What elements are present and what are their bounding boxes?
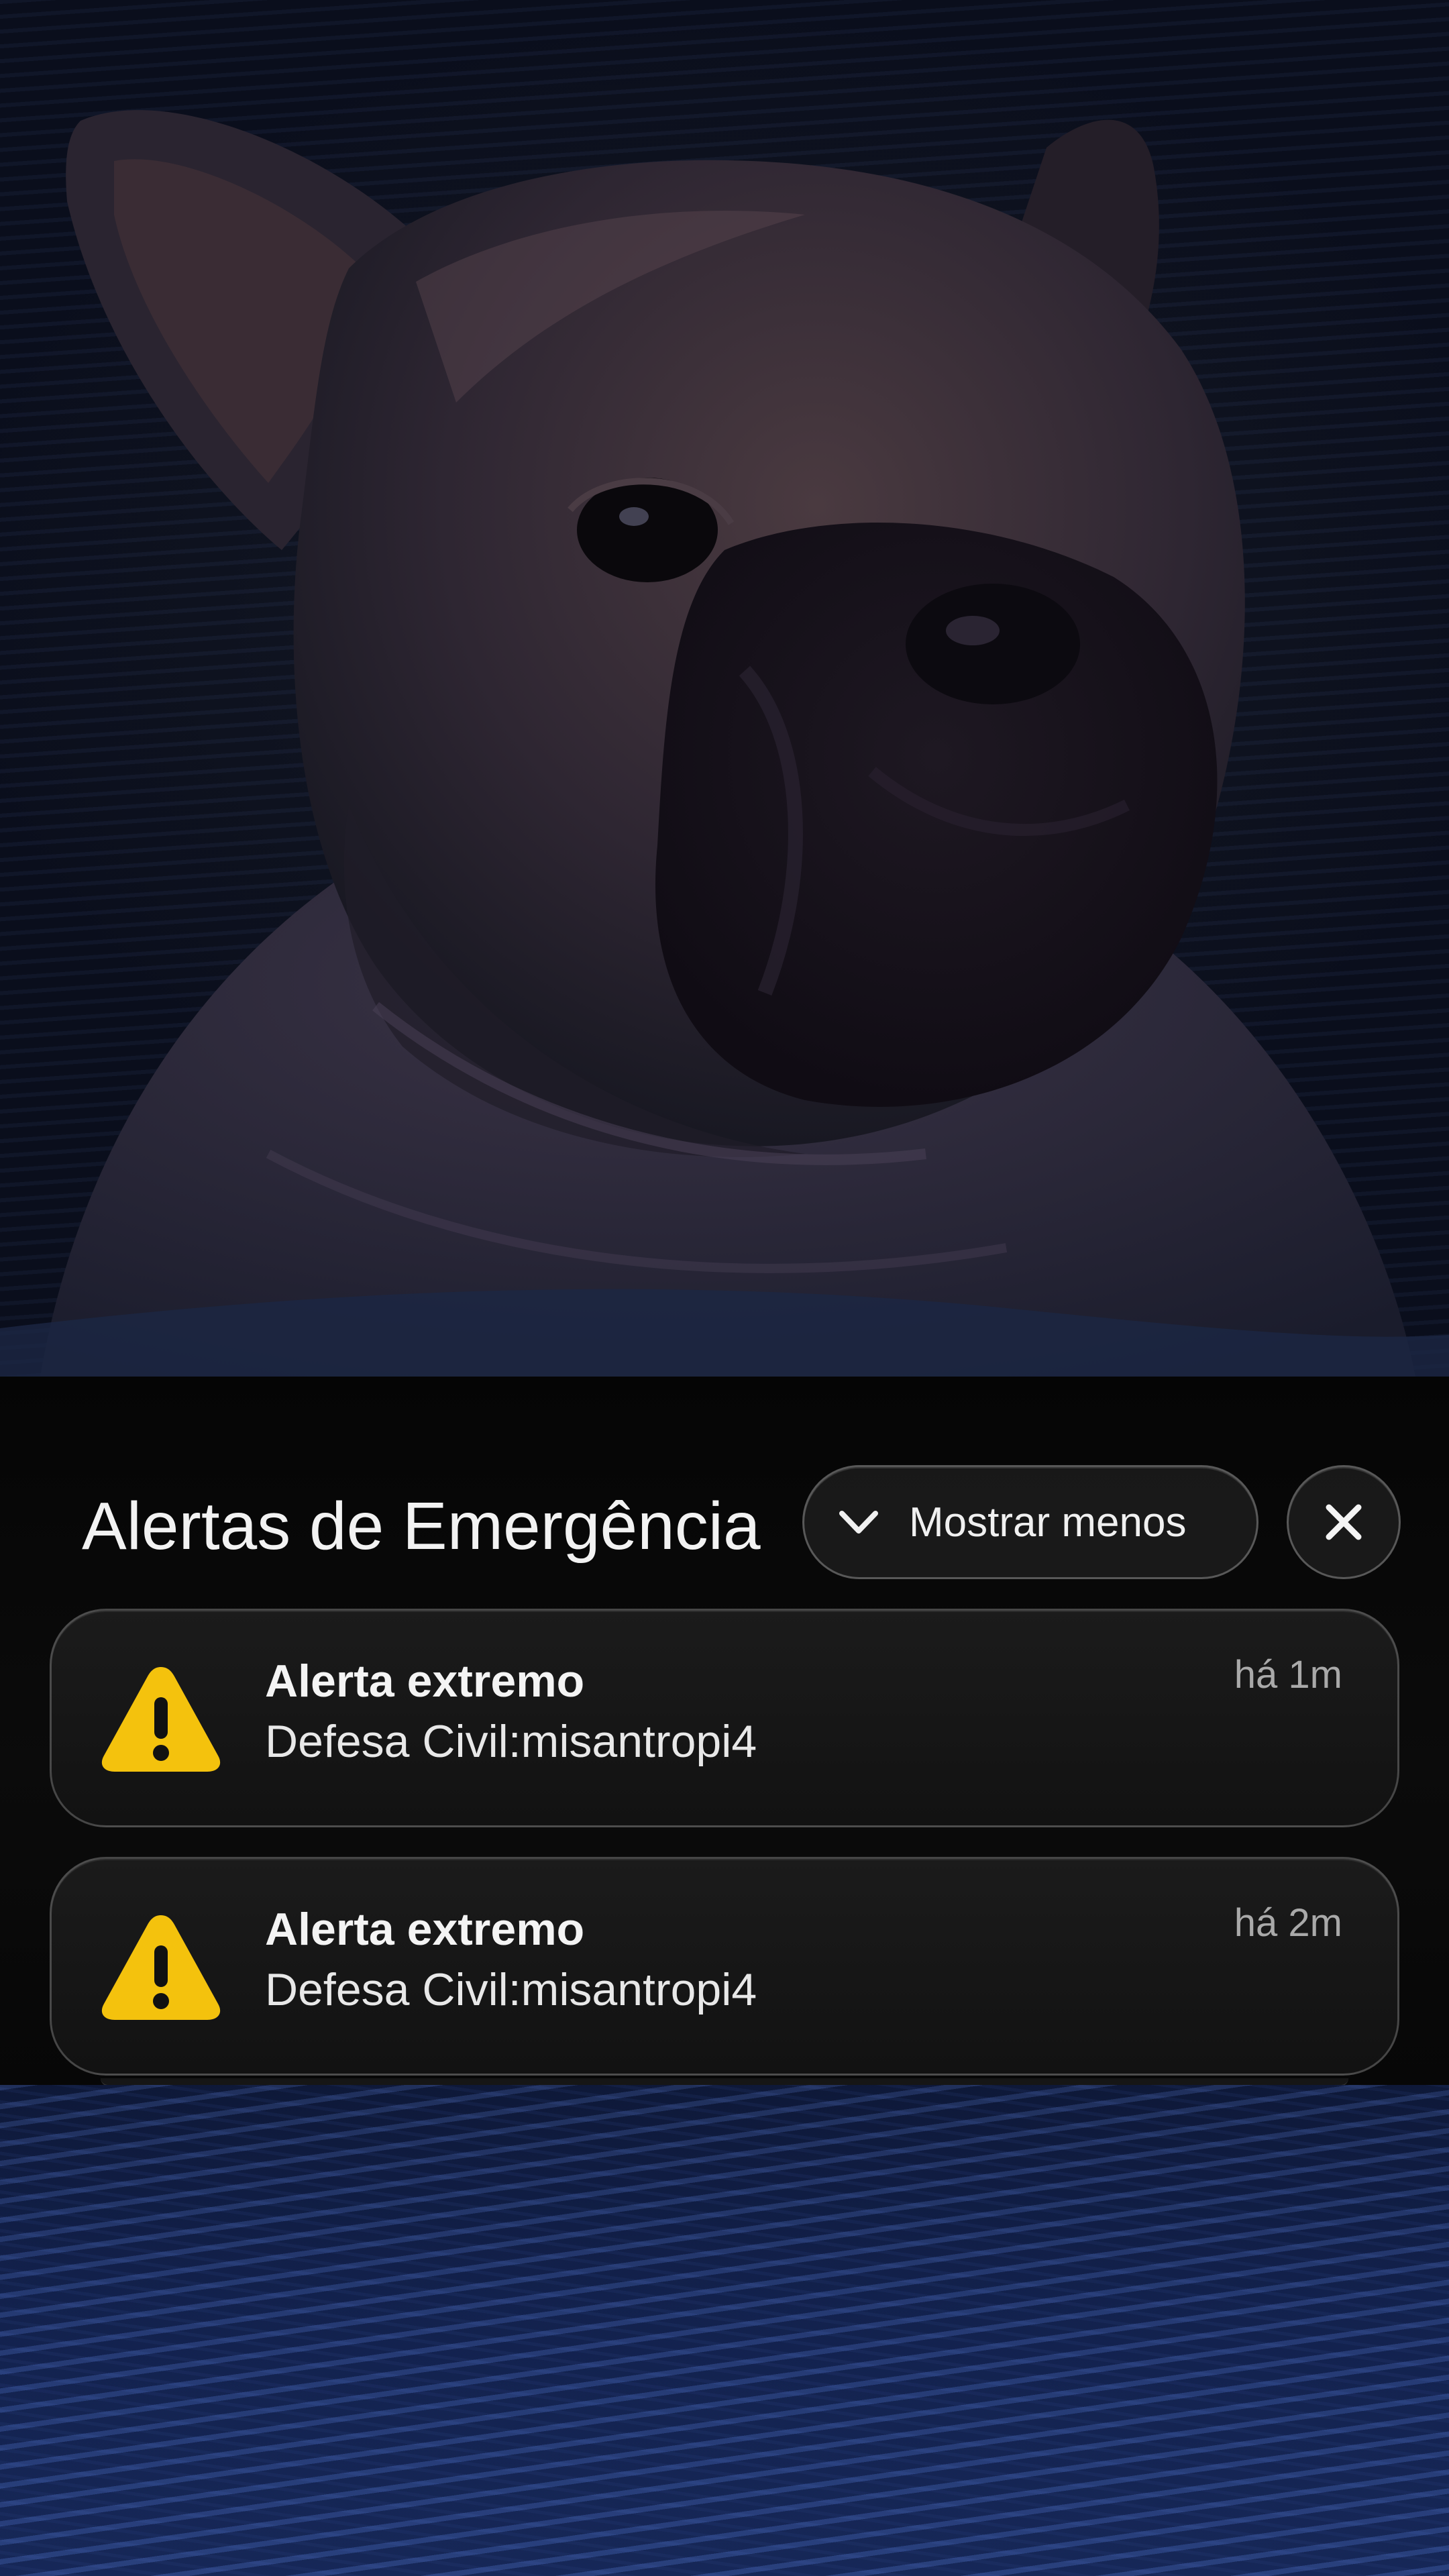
panel-title: Alertas de Emergência: [82, 1489, 761, 1564]
close-icon: [1326, 1504, 1362, 1540]
warning-triangle-icon: [101, 1667, 221, 1772]
alert-title: Alerta extremo: [265, 1904, 585, 1955]
warning-triangle-icon: [101, 1915, 221, 2020]
show-less-button[interactable]: Mostrar menos: [802, 1465, 1258, 1579]
alert-notification[interactable]: Alerta extremo Defesa Civil:misantropi4 …: [50, 1609, 1399, 1827]
dog-photo: [0, 110, 1449, 1377]
alert-body: Defesa Civil:misantropi4: [265, 1964, 757, 2015]
alert-notification[interactable]: Alerta extremo Defesa Civil:misantropi4 …: [50, 1857, 1399, 2076]
show-less-label: Mostrar menos: [909, 1499, 1187, 1546]
lock-screen: Alertas de Emergência Mostrar menos Aler…: [0, 0, 1449, 2576]
close-button[interactable]: [1287, 1465, 1401, 1579]
wallpaper-fabric: [0, 2085, 1449, 2576]
chevron-down-icon: [839, 1511, 878, 1534]
alert-timestamp: há 2m: [1234, 1901, 1342, 1945]
alert-timestamp: há 1m: [1234, 1653, 1342, 1697]
alert-title: Alerta extremo: [265, 1656, 585, 1707]
alert-body: Defesa Civil:misantropi4: [265, 1716, 757, 1767]
